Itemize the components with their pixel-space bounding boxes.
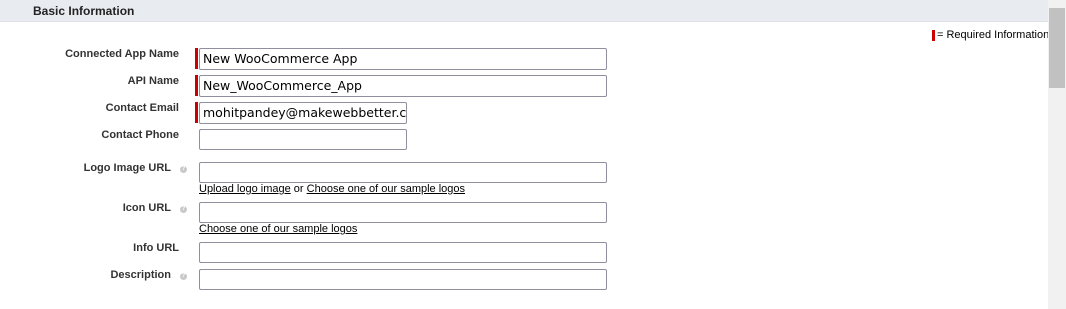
- contact-email-label: Contact Email: [105, 102, 179, 114]
- logo-image-url-label: Logo Image URL: [83, 162, 171, 174]
- info-url-label: Info URL: [133, 242, 179, 254]
- scrollbar-thumb[interactable]: [1049, 8, 1065, 88]
- help-icon[interactable]: ?: [180, 273, 187, 280]
- connected-app-name-label: Connected App Name: [65, 48, 179, 60]
- or-text: or: [293, 183, 304, 195]
- section-title: Basic Information: [33, 4, 135, 18]
- vertical-scrollbar[interactable]: [1048, 0, 1066, 309]
- help-icon[interactable]: ?: [180, 166, 187, 173]
- contact-phone-label: Contact Phone: [101, 129, 179, 141]
- contact-email-input[interactable]: mohitpandey@makewebbetter.com: [199, 102, 407, 124]
- section-header: Basic Information: [0, 0, 1048, 22]
- api-name-input[interactable]: New_WooCommerce_App: [199, 75, 607, 97]
- sample-logos-link[interactable]: Choose one of our sample logos: [307, 183, 465, 195]
- contact-phone-input[interactable]: [199, 129, 407, 150]
- icon-sample-logos-link[interactable]: Choose one of our sample logos: [199, 223, 357, 235]
- info-url-input[interactable]: [199, 242, 607, 263]
- required-marker-icon: [195, 102, 198, 123]
- logo-links: Upload logo image or Choose one of our s…: [199, 183, 465, 195]
- required-marker-icon: [195, 48, 198, 69]
- icon-url-input[interactable]: [199, 202, 607, 223]
- required-legend: = Required Information: [932, 29, 1049, 41]
- icon-links: Choose one of our sample logos: [199, 223, 357, 235]
- description-input[interactable]: [199, 269, 607, 290]
- required-marker-icon: [195, 75, 198, 96]
- logo-image-url-input[interactable]: [199, 162, 607, 183]
- required-marker-icon: [932, 29, 935, 41]
- upload-logo-link[interactable]: Upload logo image: [199, 183, 291, 195]
- description-label: Description: [110, 269, 171, 281]
- required-legend-text: = Required Information: [937, 29, 1050, 41]
- icon-url-label: Icon URL: [122, 202, 171, 214]
- connected-app-name-input[interactable]: New WooCommerce App: [199, 48, 607, 70]
- help-icon[interactable]: ?: [180, 206, 187, 213]
- api-name-label: API Name: [127, 75, 179, 87]
